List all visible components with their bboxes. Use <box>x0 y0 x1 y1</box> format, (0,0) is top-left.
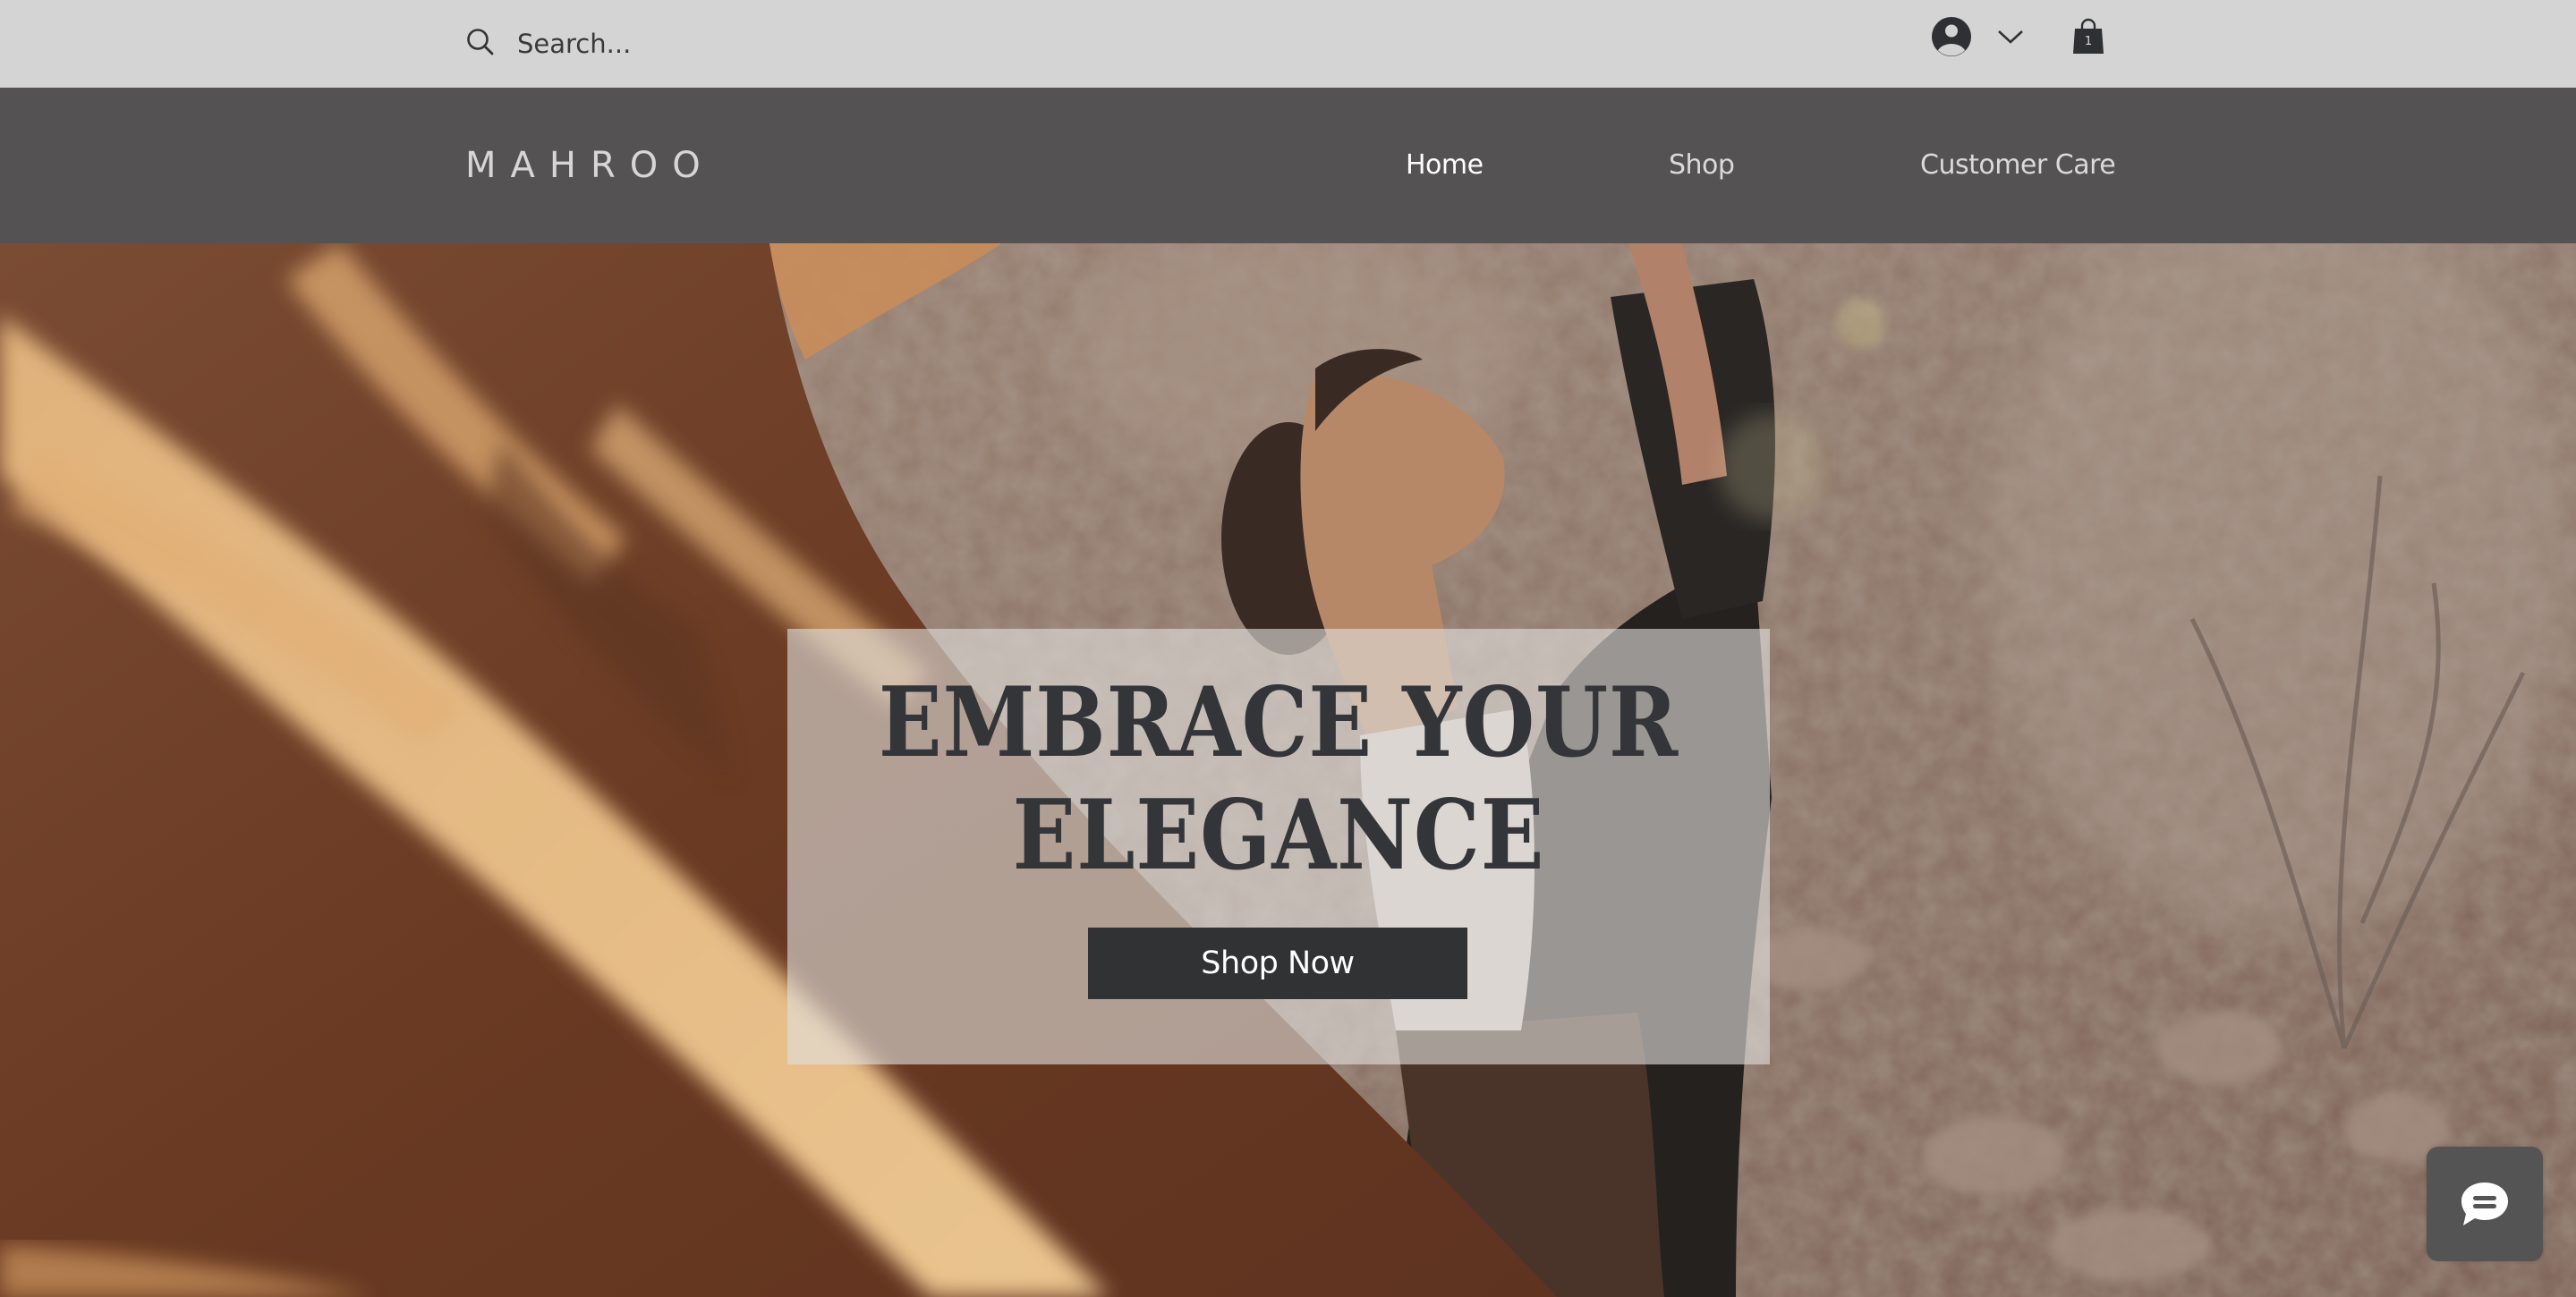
search-input[interactable] <box>517 21 1054 66</box>
site-logo[interactable]: MAHROO <box>465 132 715 199</box>
account-menu[interactable] <box>1931 16 2024 57</box>
search-bar[interactable] <box>465 20 1092 68</box>
nav-item-shop[interactable]: Shop <box>1669 134 1735 197</box>
main-header: MAHROO Home Shop Customer Care <box>0 88 2576 243</box>
utility-bar: 1 <box>0 0 2576 88</box>
search-icon[interactable] <box>465 27 496 62</box>
nav-item-home[interactable]: Home <box>1406 134 1484 197</box>
nav-item-customer-care[interactable]: Customer Care <box>1920 134 2116 197</box>
chat-bubble-icon <box>2458 1179 2512 1229</box>
hero-headline-line-2: ELEGANCE <box>1012 779 1545 892</box>
hero-headline-line-1: EMBRACE YOUR <box>878 666 1679 779</box>
cart-button[interactable]: 1 <box>2072 18 2104 55</box>
user-avatar-icon[interactable] <box>1931 16 1972 57</box>
shop-now-button[interactable]: Shop Now <box>1088 928 1467 999</box>
hero-headline: EMBRACE YOUR ELEGANCE <box>856 666 1701 892</box>
cart-count-badge: 1 <box>2084 35 2093 48</box>
chevron-down-icon[interactable] <box>1997 29 2024 45</box>
chat-widget-button[interactable] <box>2427 1147 2543 1261</box>
